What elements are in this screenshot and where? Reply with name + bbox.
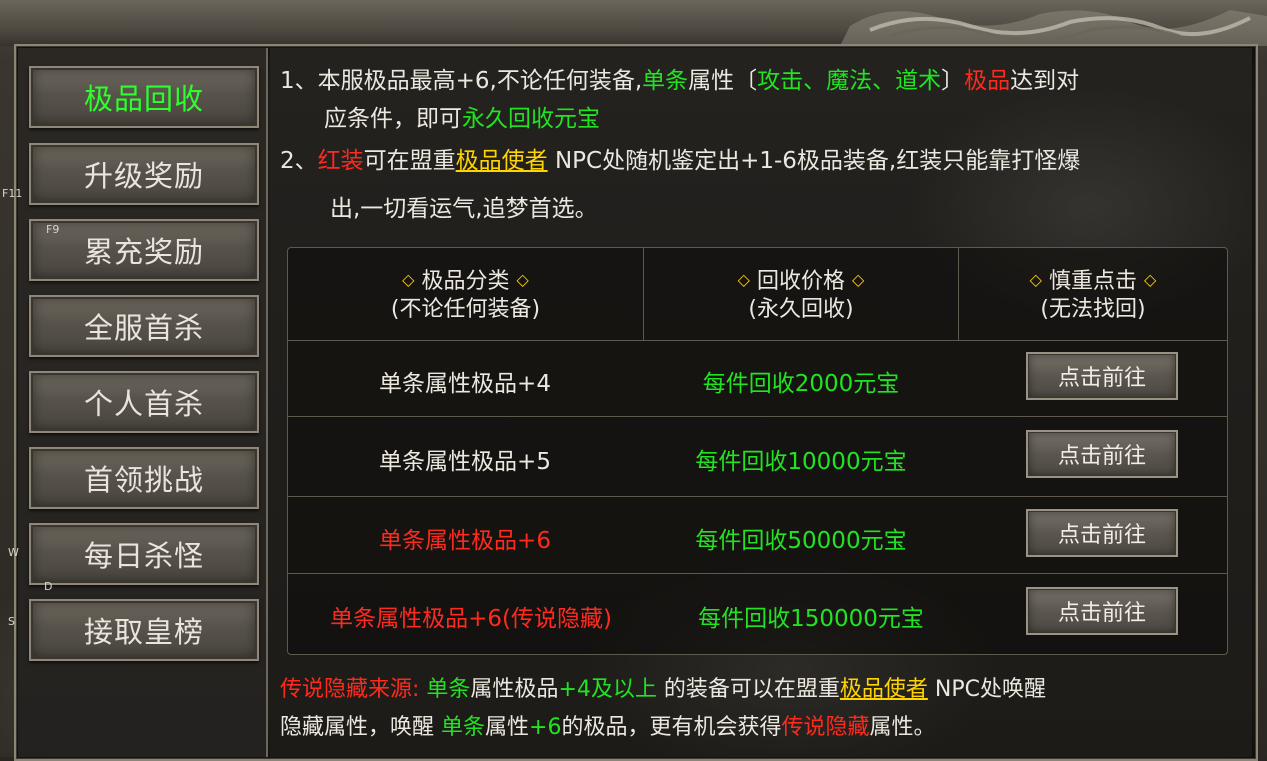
row-item-price: 每件回收10000元宝	[695, 449, 907, 475]
go-button[interactable]: 点击前往	[1026, 509, 1178, 557]
sidebar-item-label: 每日杀怪	[83, 539, 204, 573]
intro-text: 可在盟重	[363, 148, 456, 174]
sidebar-item-label: 累充奖励	[83, 235, 204, 269]
intro-text: 出,一切看运气,追梦首选。	[330, 196, 598, 222]
diamond-icon: ◇	[1029, 270, 1042, 289]
header-title: 回收价格	[756, 269, 845, 294]
dragon-ornament-icon	[840, 10, 1267, 46]
footer-highlight: 单条	[426, 677, 471, 702]
hotkey-hint-s: S	[8, 615, 15, 628]
npc-link[interactable]: 极品使者	[456, 148, 548, 174]
row-item-name: 单条属性极品+6	[379, 528, 551, 554]
row-item-price: 每件回收150000元宝	[698, 606, 924, 632]
hotkey-hint-w: W	[8, 546, 19, 559]
footer-text: 的极品，更有机会获得	[561, 715, 782, 740]
intro-line-3: 2、红装可在盟重极品使者 NPC处随机鉴定出+1-6极品装备,红装只能靠打怪爆	[280, 142, 1080, 180]
sidebar-item-label: 接取皇榜	[83, 615, 204, 649]
intro-line-2: 应条件，即可永久回收元宝	[324, 100, 600, 138]
hotkey-hint-d: D	[44, 580, 53, 593]
row-item-name: 单条属性极品+5	[379, 449, 551, 475]
intro-text: 〕	[941, 68, 965, 94]
row-item-name: 单条属性极品+6(传说隐藏)	[330, 606, 612, 632]
footer-text: 属性。	[869, 715, 936, 740]
intro-text: 2、	[280, 148, 318, 174]
intro-text: 1、本服极品最高+6,不论任何装备,	[280, 68, 643, 94]
row-item-price: 每件回收2000元宝	[702, 371, 900, 397]
diamond-icon: ◇	[402, 270, 415, 289]
go-button-label: 点击前往	[1057, 601, 1146, 626]
intro-highlight: 永久回收元宝	[462, 106, 600, 132]
header-title: 极品分类	[421, 269, 510, 294]
header-price: ◇ 回收价格 ◇ (永久回收)	[644, 266, 958, 324]
intro-line-1: 1、本服极品最高+6,不论任何装备,单条属性〔攻击、魔法、道术〕极品达到对	[280, 62, 1079, 100]
intro-highlight: 单条	[642, 68, 689, 94]
footer-highlight: +4及以上	[558, 677, 657, 702]
sidebar-item-label: 升级奖励	[83, 159, 204, 193]
footer-line-1: 传说隐藏来源: 单条属性极品+4及以上 的装备可以在盟重极品使者 NPC处唤醒	[280, 672, 1046, 708]
sidebar-item-level-reward[interactable]: 升级奖励	[29, 143, 259, 205]
header-subtitle: (永久回收)	[748, 297, 854, 322]
sidebar-item-label: 极品回收	[83, 82, 204, 116]
row-item-price: 每件回收50000元宝	[695, 528, 907, 554]
row-divider	[288, 573, 1227, 574]
footer-text: 的装备可以在盟重	[656, 677, 840, 702]
recycle-table: ◇ 极品分类 ◇ (不论任何装备) ◇ 回收价格 ◇ (永久回收) ◇ 慎重点击…	[287, 247, 1228, 655]
intro-text: 属性〔	[688, 68, 758, 94]
intro-highlight: 红装	[317, 148, 364, 174]
footer-line-2: 隐藏属性，唤醒 单条属性+6的极品，更有机会获得传说隐藏属性。	[280, 710, 936, 746]
footer-text: 属性	[485, 715, 530, 740]
go-button-label: 点击前往	[1057, 444, 1146, 469]
header-category: ◇ 极品分类 ◇ (不论任何装备)	[288, 266, 643, 324]
intro-text: NPC处随机鉴定出+1-6极品装备,红装只能靠打怪爆	[547, 148, 1081, 174]
npc-link[interactable]: 极品使者	[840, 677, 928, 702]
header-subtitle: (无法找回)	[1040, 297, 1146, 322]
row-divider	[288, 416, 1227, 417]
intro-highlight: 攻击、魔法、道术	[757, 68, 942, 94]
sidebar-item-daily-kill[interactable]: 每日杀怪	[29, 523, 259, 585]
hotkey-hint-f9: F9	[46, 223, 60, 236]
footer-text: NPC处唤醒	[927, 677, 1046, 702]
footer-highlight: 传说隐藏来源:	[280, 677, 427, 702]
go-button[interactable]: 点击前往	[1026, 352, 1178, 400]
header-title: 慎重点击	[1048, 269, 1137, 294]
header-action: ◇ 慎重点击 ◇ (无法找回)	[959, 266, 1227, 324]
sidebar-item-personal-first-kill[interactable]: 个人首杀	[29, 371, 259, 433]
footer-highlight: 传说隐藏	[781, 715, 870, 740]
diamond-icon: ◇	[1144, 270, 1157, 289]
intro-text: 应条件，即可	[324, 106, 462, 132]
sidebar-item-recharge-reward[interactable]: 累充奖励	[29, 219, 259, 281]
sidebar-item-boss-challenge[interactable]: 首领挑战	[29, 447, 259, 509]
sidebar-item-imperial-list[interactable]: 接取皇榜	[29, 599, 259, 661]
diamond-icon: ◇	[516, 270, 529, 289]
footer-text: 隐藏属性，唤醒	[280, 715, 441, 740]
diamond-icon: ◇	[852, 270, 865, 289]
go-button-label: 点击前往	[1057, 523, 1146, 548]
go-button[interactable]: 点击前往	[1026, 430, 1178, 478]
sidebar-item-label: 个人首杀	[83, 387, 204, 421]
diamond-icon: ◇	[737, 270, 750, 289]
sidebar-item-rare-recycle[interactable]: 极品回收	[29, 66, 259, 128]
header-subtitle: (不论任何装备)	[390, 297, 541, 322]
intro-text: 达到对	[1010, 68, 1080, 94]
hotkey-hint-f11: F11	[2, 187, 23, 200]
intro-highlight: 极品	[964, 68, 1011, 94]
row-item-name: 单条属性极品+4	[379, 371, 551, 397]
sidebar-item-server-first-kill[interactable]: 全服首杀	[29, 295, 259, 357]
row-divider	[288, 496, 1227, 497]
intro-line-4: 出,一切看运气,追梦首选。	[330, 190, 598, 228]
row-divider	[288, 340, 1227, 341]
sidebar-item-label: 首领挑战	[83, 463, 204, 497]
go-button[interactable]: 点击前往	[1026, 587, 1178, 635]
sidebar-item-label: 全服首杀	[83, 311, 204, 345]
footer-highlight: 单条	[441, 715, 486, 740]
footer-highlight: +6	[529, 715, 562, 740]
footer-text: 属性极品	[470, 677, 559, 702]
go-button-label: 点击前往	[1057, 366, 1146, 391]
